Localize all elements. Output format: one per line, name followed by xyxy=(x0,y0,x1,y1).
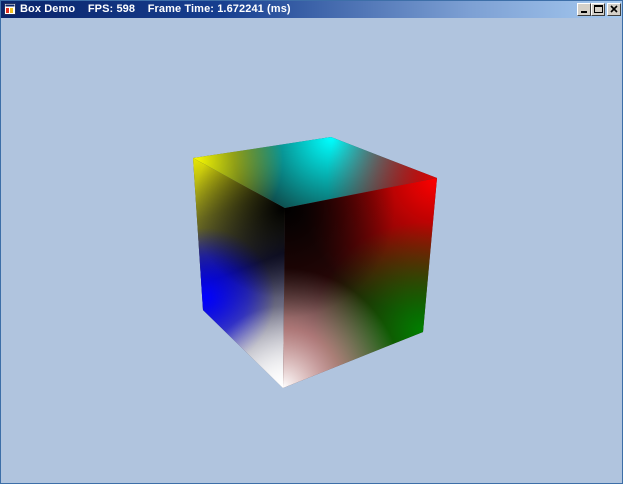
frame-time-value: 1.672241 xyxy=(217,3,264,15)
rendered-scene xyxy=(193,137,437,388)
window-title: Box Demo FPS: 598 Frame Time: 1.672241 (… xyxy=(20,3,291,16)
frame-time-unit: (ms) xyxy=(267,3,291,15)
title-bar[interactable]: Box Demo FPS: 598 Frame Time: 1.672241 (… xyxy=(1,1,622,18)
app-title: Box Demo xyxy=(20,3,76,15)
fps-value: 598 xyxy=(116,3,136,15)
minimize-button[interactable] xyxy=(577,3,591,16)
maximize-button[interactable] xyxy=(591,3,605,16)
close-icon xyxy=(610,5,618,13)
cube-right-face xyxy=(283,178,437,388)
maximize-icon xyxy=(594,5,603,13)
rendered-cube xyxy=(193,137,437,388)
app-window: Box Demo FPS: 598 Frame Time: 1.672241 (… xyxy=(0,0,623,484)
render-viewport[interactable] xyxy=(1,18,622,483)
frame-time-label: Frame Time: xyxy=(147,3,215,15)
minimize-icon xyxy=(581,11,587,13)
app-icon[interactable] xyxy=(4,3,16,15)
fps-label: FPS: xyxy=(87,3,114,15)
close-button[interactable] xyxy=(607,3,621,16)
